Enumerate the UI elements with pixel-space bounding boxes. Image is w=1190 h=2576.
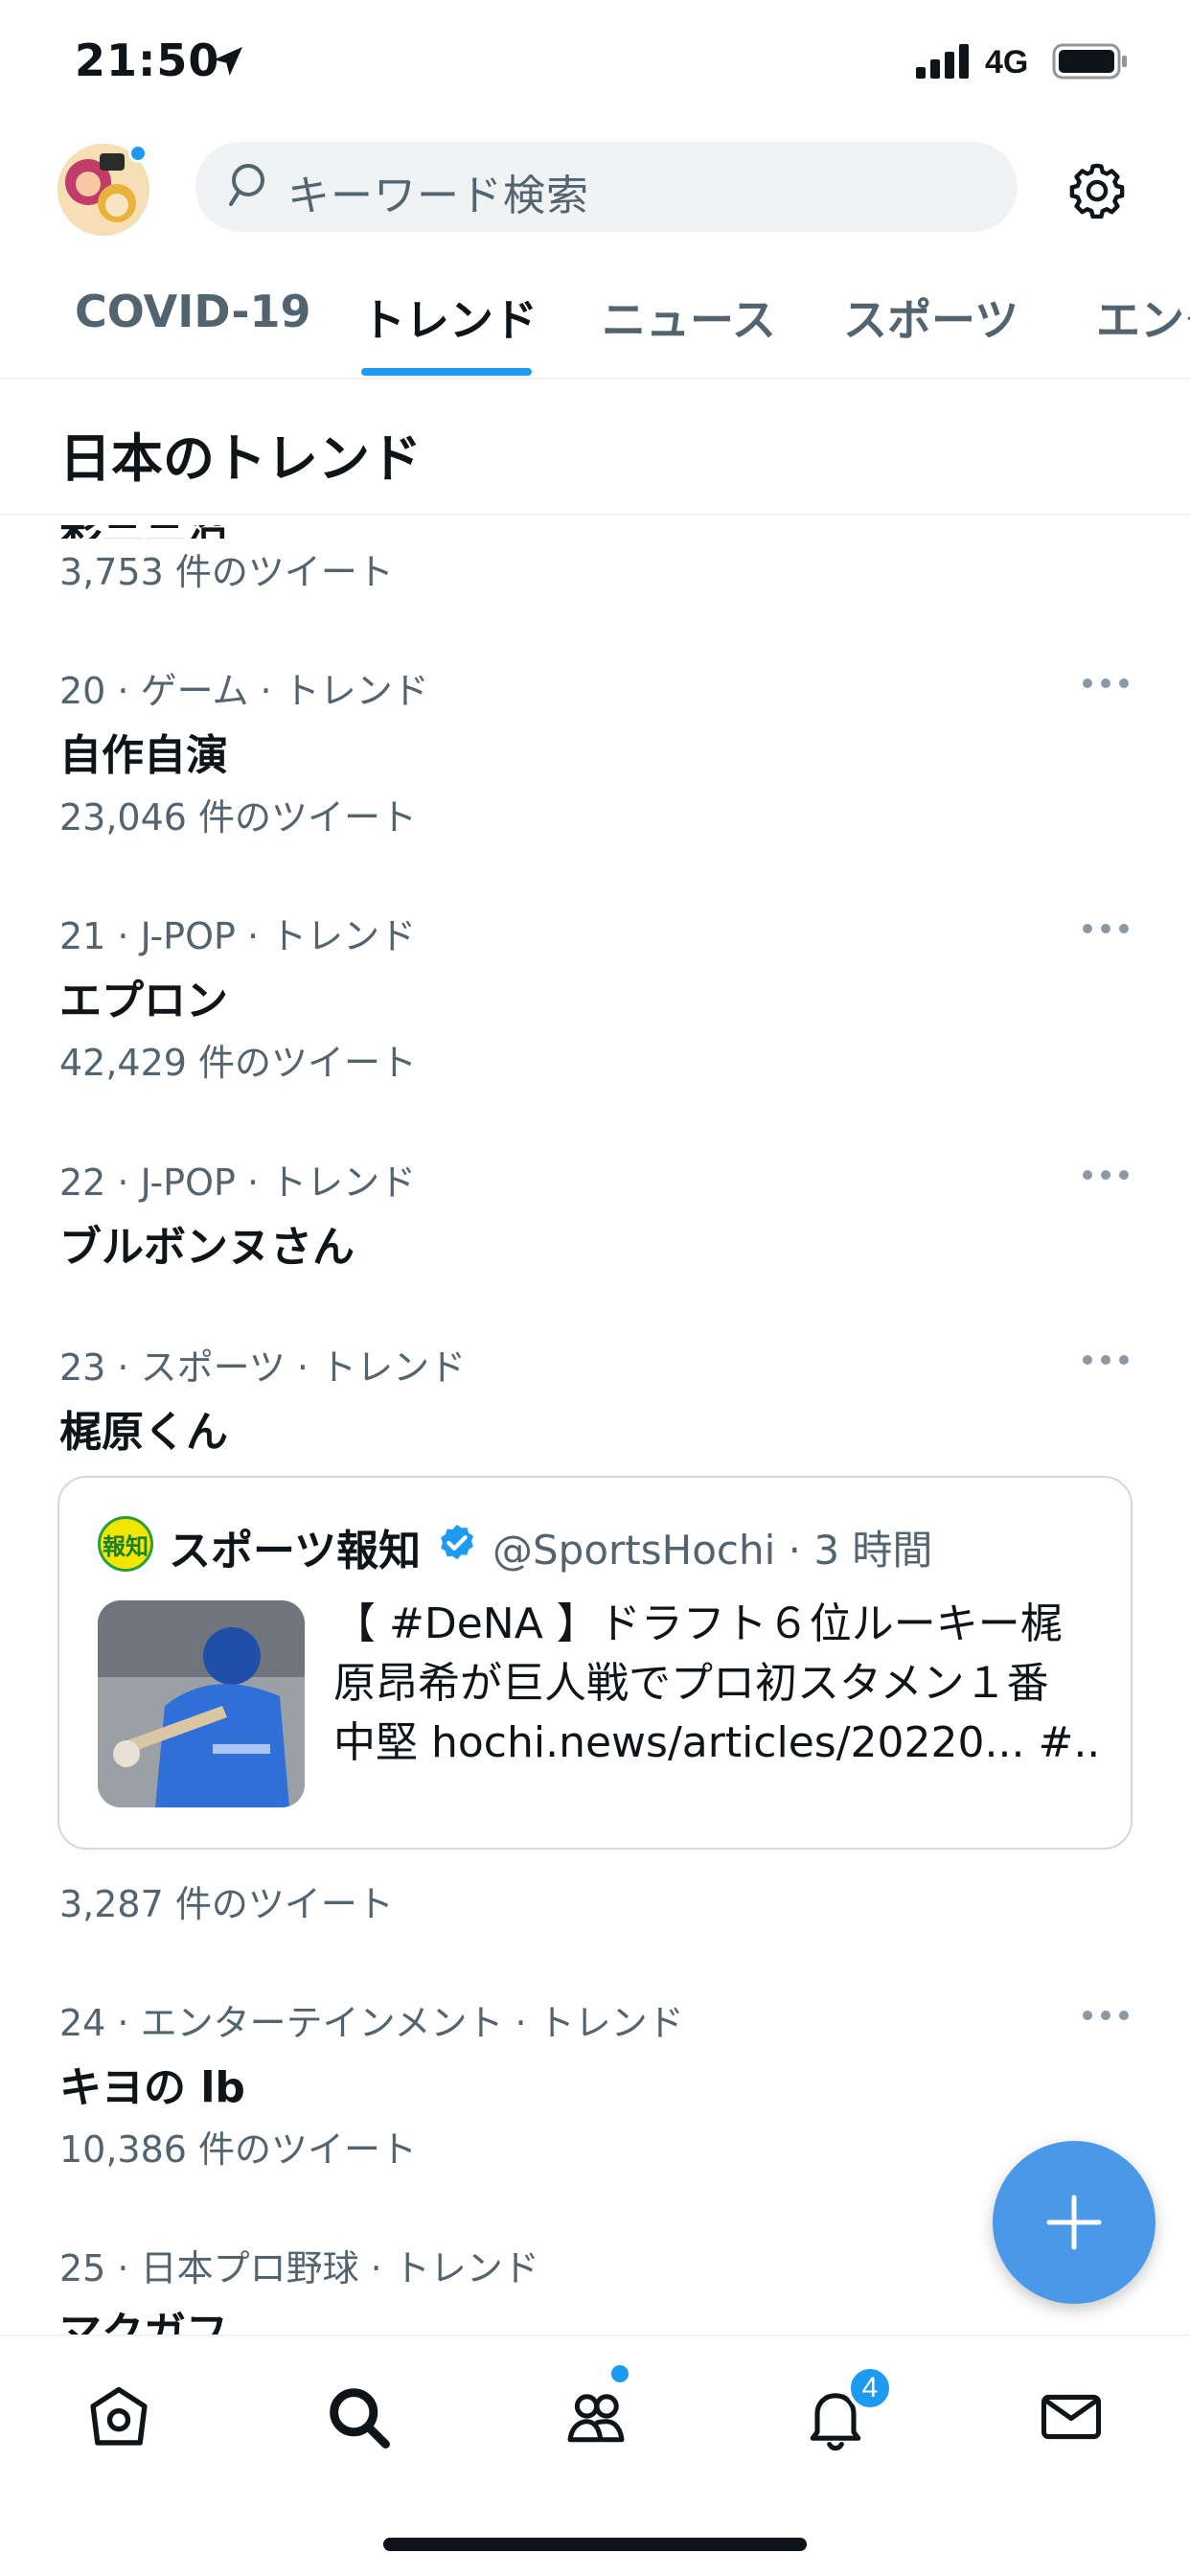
section-title: 日本のトレンド <box>59 428 422 489</box>
trend-tweet-count: 3,287 件のツイート <box>59 1883 394 1925</box>
envelope-icon <box>1041 2394 1102 2440</box>
trend-tweet-count: 42,429 件のツイート <box>59 1042 418 1084</box>
partial-trend-name: 彩三三沼 <box>59 525 251 539</box>
trend-meta: 24 · エンターテインメント · トレンド <box>59 2002 684 2044</box>
explore-tabs: COVID-19 トレンド ニュース スポーツ エンタ <box>0 259 1190 380</box>
plus-icon <box>1046 2195 1102 2250</box>
hochi-logo-icon: 報知 <box>98 1516 153 1572</box>
trend-meta: 20 · ゲーム · トレンド <box>59 670 429 712</box>
tab-sports[interactable]: スポーツ <box>843 286 1018 349</box>
more-options-icon[interactable] <box>1083 922 1129 935</box>
embedded-tweet-card[interactable]: 報知 スポーツ報知 @SportsHochi · 3 時間 【 #DeNA 】ド… <box>57 1476 1133 1850</box>
tweet-text: 【 #DeNA 】ドラフト６位ルーキー梶 原昂希が巨人戦でプロ初スタメン１番 中… <box>333 1599 1100 1767</box>
more-options-icon[interactable] <box>1083 2009 1129 2022</box>
communities-icon <box>567 2394 625 2443</box>
trend-name[interactable]: キヨの lb <box>59 2053 245 2114</box>
more-options-icon[interactable] <box>1083 1168 1129 1182</box>
trend-name[interactable]: エプロン <box>59 966 228 1027</box>
nav-messages[interactable] <box>1035 2380 1108 2453</box>
header: キーワード検索 <box>0 125 1190 259</box>
trend-tweet-count: 23,046 件のツイート <box>59 796 418 839</box>
notification-count-badge: 4 <box>847 2365 893 2411</box>
location-arrow-icon <box>214 47 242 76</box>
nav-search[interactable] <box>322 2380 395 2453</box>
trend-name[interactable]: ブルボンヌさん <box>59 1212 355 1274</box>
tab-entertainment[interactable]: エンタ <box>1096 286 1190 349</box>
trend-meta: 22 · J-POP · トレンド <box>59 1162 417 1204</box>
tweet-author-handle: @SportsHochi · 3 時間 <box>492 1527 933 1574</box>
signal-bars-icon <box>916 44 969 79</box>
battery-icon <box>1052 43 1127 80</box>
tweet-author-name[interactable]: スポーツ報知 <box>169 1516 421 1577</box>
verified-badge-icon <box>441 1524 473 1560</box>
trend-name[interactable]: 梶原くん <box>59 1397 228 1459</box>
trend-meta: 25 · 日本プロ野球 · トレンド <box>59 2247 539 2289</box>
compose-tweet-button[interactable] <box>993 2141 1156 2304</box>
nav-communities[interactable] <box>560 2380 632 2453</box>
nav-home[interactable] <box>82 2380 155 2453</box>
avatar-notification-dot <box>128 144 148 163</box>
home-indicator <box>383 2538 807 2551</box>
status-bar: 21:50 4G <box>0 0 1190 125</box>
active-tab-indicator <box>361 368 532 376</box>
tweet-thumbnail-image[interactable] <box>98 1600 305 1807</box>
tab-covid-19[interactable]: COVID-19 <box>75 286 311 337</box>
trend-tweet-count: 3,753 件のツイート <box>59 551 394 593</box>
baseball-player-image <box>98 1600 305 1807</box>
communities-notification-dot <box>611 2365 629 2382</box>
trend-meta: 21 · J-POP · トレンド <box>59 915 417 957</box>
more-options-icon[interactable] <box>1083 677 1129 690</box>
trend-meta: 23 · スポーツ · トレンド <box>59 1346 467 1389</box>
tab-news[interactable]: ニュース <box>602 286 776 349</box>
search-icon <box>330 2388 390 2449</box>
trend-tweet-count: 10,386 件のツイート <box>59 2128 418 2171</box>
more-options-icon[interactable] <box>1083 1353 1129 1367</box>
gear-icon[interactable] <box>1065 159 1129 222</box>
tab-trends[interactable]: トレンド <box>361 286 538 349</box>
section-header: 日本のトレンド <box>0 380 1190 516</box>
trend-name[interactable]: 自作自演 <box>59 721 228 782</box>
search-placeholder: キーワード検索 <box>287 172 589 220</box>
network-type: 4G <box>985 44 1029 80</box>
search-icon <box>229 164 264 206</box>
home-icon <box>90 2386 148 2446</box>
status-time: 21:50 <box>75 34 220 86</box>
